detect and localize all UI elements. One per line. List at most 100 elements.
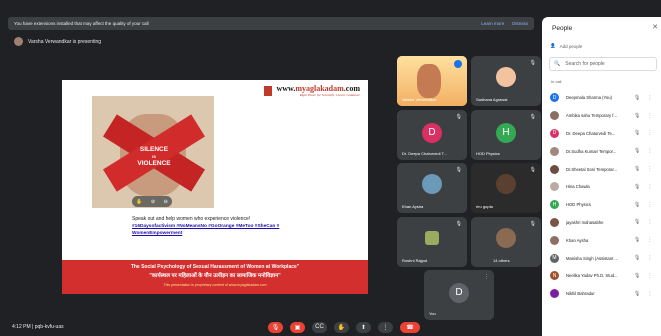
tile-name: Roshni Rajput <box>402 258 428 263</box>
raise-hand-button[interactable]: ✋ <box>334 321 349 333</box>
avatar <box>496 174 516 194</box>
participant-name: Khan Aysha <box>566 237 589 243</box>
footer-note: This presentation is proprietary content… <box>163 283 267 287</box>
slide-logo: www.myaglakadam.com Right Place for Scie… <box>264 84 360 97</box>
participant-row[interactable]: Hina Chawla 🎙 ⋮ <box>542 178 661 196</box>
captions-button[interactable]: CC <box>312 321 327 333</box>
hand-icon: ✋ <box>337 324 346 331</box>
mic-off-icon: 🎙 <box>634 255 641 262</box>
participant-name: Dr.Sudha Kumari Tempor... <box>566 148 617 154</box>
presenter-indicator: Varsha Verwandkar is presenting <box>14 37 101 46</box>
caption-silence: SILENCE <box>139 146 169 153</box>
avatar <box>425 231 439 245</box>
avatar <box>550 235 559 245</box>
participant-name: Dr. Deepa Chaturvedi Te... <box>566 130 616 136</box>
logo-url-brand: myaglakadam <box>295 84 344 93</box>
mic-off-icon: 🎙 <box>634 219 641 226</box>
participant-row[interactable]: Ambika sahu Temporary f... 🎙 ⋮ <box>542 107 661 125</box>
participant-row[interactable]: D Dr. Deepa Chaturvedi Te... 🎙 ⋮ <box>542 125 661 143</box>
avatar: D <box>550 93 559 103</box>
participant-tile[interactable]: 🎙 H HOD Physics <box>471 110 541 160</box>
more-options-icon[interactable]: ⋮ <box>647 166 652 172</box>
presentation-controls: ✋ ⊘ ⊖ <box>132 196 172 207</box>
more-options-icon[interactable]: ⋮ <box>647 273 652 279</box>
more-options-icon[interactable]: ⋮ <box>647 237 652 243</box>
present-icon: ⬆ <box>360 324 367 331</box>
participant-row[interactable]: M Manisha Singh (Assistant ... 🎙 ⋮ <box>542 249 661 267</box>
participant-row[interactable]: N Neelika Yadav Ph.D. Stud... 🎙 ⋮ <box>542 267 661 285</box>
participant-tile[interactable]: 🎙 D Dr. Deepa Chaturvedi T... <box>397 110 467 160</box>
camera-toggle-button[interactable]: ▣ <box>290 321 305 333</box>
learn-more-link[interactable]: Learn more <box>481 21 504 26</box>
more-options-icon[interactable]: ⋮ <box>484 274 489 280</box>
participant-row[interactable]: jayashri mahasabhe 🎙 ⋮ <box>542 214 661 232</box>
more-options-icon[interactable]: ⋮ <box>647 291 652 297</box>
avatar <box>550 146 559 156</box>
mic-off-icon: 🎙 <box>529 167 536 173</box>
search-icon: 🔍 <box>554 61 561 67</box>
speaking-indicator-icon <box>454 60 462 68</box>
add-people-label: Add people <box>559 43 583 49</box>
participant-row[interactable]: Nikhil Bahradur 🎙 ⋮ <box>542 285 661 303</box>
mic-off-icon: 🎙 <box>634 272 641 279</box>
more-options-icon[interactable]: ⋮ <box>647 113 652 119</box>
avatar: M <box>550 253 559 263</box>
more-options-icon[interactable]: ⋮ <box>647 219 652 225</box>
footer-hindi: "कार्यस्थल पर महिलाओं के यौन उत्पीड़न का… <box>149 273 281 279</box>
mic-off-icon: 🎙 <box>634 183 641 190</box>
mic-off-icon: 🎙 <box>634 112 641 119</box>
participant-row[interactable]: Dr.Sudha Kumari Tempor... 🎙 ⋮ <box>542 142 661 160</box>
meeting-code: pqb-kvfu-uas <box>34 324 64 330</box>
participant-tile[interactable]: 🎙 Roshni Rajput <box>397 217 467 267</box>
leave-call-button[interactable]: ☎ <box>400 321 420 333</box>
tile-name: 14 others <box>493 258 510 263</box>
people-search-field[interactable]: 🔍 Search for people <box>549 57 657 71</box>
participant-tile[interactable]: 🎙 Khan Aysha <box>397 163 467 213</box>
more-options-icon[interactable]: ⋮ <box>647 130 652 136</box>
participant-row[interactable]: Dr.Sheetal Soni Temporar... 🎙 ⋮ <box>542 160 661 178</box>
participant-row[interactable]: H HOD Physics 🎙 ⋮ <box>542 196 661 214</box>
more-options-icon[interactable]: ⋮ <box>647 202 652 208</box>
more-options-icon[interactable]: ⋮ <box>647 184 652 190</box>
more-options-icon[interactable]: ⋮ <box>647 95 652 101</box>
avatar <box>550 111 559 121</box>
avatar <box>550 289 559 299</box>
participant-name: Dr.Sheetal Soni Temporar... <box>566 166 618 172</box>
avatar: D <box>422 122 442 143</box>
presenting-text: Varsha Verwandkar is presenting <box>28 38 102 45</box>
mute-icon[interactable]: ⊘ <box>151 199 155 205</box>
caption-is: IS <box>152 154 156 159</box>
mic-off-icon: 🎙 <box>634 148 641 155</box>
more-vert-icon: ⋮ <box>382 324 389 331</box>
participant-row[interactable]: D Deepmala Sharma (You) 🎙 ⋮ <box>542 89 661 107</box>
more-options-icon[interactable]: ⋮ <box>647 148 652 154</box>
avatar: H <box>550 200 559 210</box>
mic-off-icon: 🎙 <box>634 290 641 297</box>
present-button[interactable]: ⬆ <box>356 321 371 333</box>
participant-name: Neelika Yadav Ph.D. Stud... <box>566 273 618 279</box>
participant-tile[interactable]: 🎙 Sadhana Agrawal <box>471 56 541 106</box>
dismiss-link[interactable]: Dismiss <box>512 21 528 26</box>
pin-icon[interactable]: ✋ <box>136 199 142 205</box>
more-icon[interactable]: ⊖ <box>164 199 168 205</box>
add-people-button[interactable]: 👤 Add people <box>550 43 582 49</box>
meeting-info: 4:12 PM | pqb-kvfu-uas <box>12 324 64 330</box>
participant-list: D Deepmala Sharma (You) 🎙 ⋮ Ambika sahu Temp… <box>542 89 661 303</box>
tile-name: Khan Aysha <box>402 204 424 209</box>
more-options-icon[interactable]: ⋮ <box>647 255 652 261</box>
participant-name: Manisha Singh (Assistant ... <box>566 255 618 261</box>
mic-toggle-button[interactable]: 🎙 <box>268 321 283 333</box>
participant-name: jayashri mahasabhe <box>566 219 604 225</box>
participant-name: Ambika sahu Temporary f... <box>566 113 617 119</box>
tile-name: HOD Physics <box>476 151 500 156</box>
self-tile[interactable]: ⋮ D You <box>424 270 494 320</box>
avatar <box>496 228 516 248</box>
participant-tile[interactable]: 🎙 14 others <box>471 217 541 267</box>
more-options-button[interactable]: ⋮ <box>378 321 393 333</box>
participant-row[interactable]: Khan Aysha 🎙 ⋮ <box>542 231 661 249</box>
participant-tile[interactable]: 🎙 riru gupta <box>471 163 541 213</box>
extensions-warning-banner: You have extensions installed that may a… <box>8 17 534 30</box>
participant-tile[interactable]: Varsha Verwandkar <box>397 56 467 106</box>
avatar <box>422 174 442 194</box>
close-icon[interactable]: ✕ <box>652 23 658 31</box>
